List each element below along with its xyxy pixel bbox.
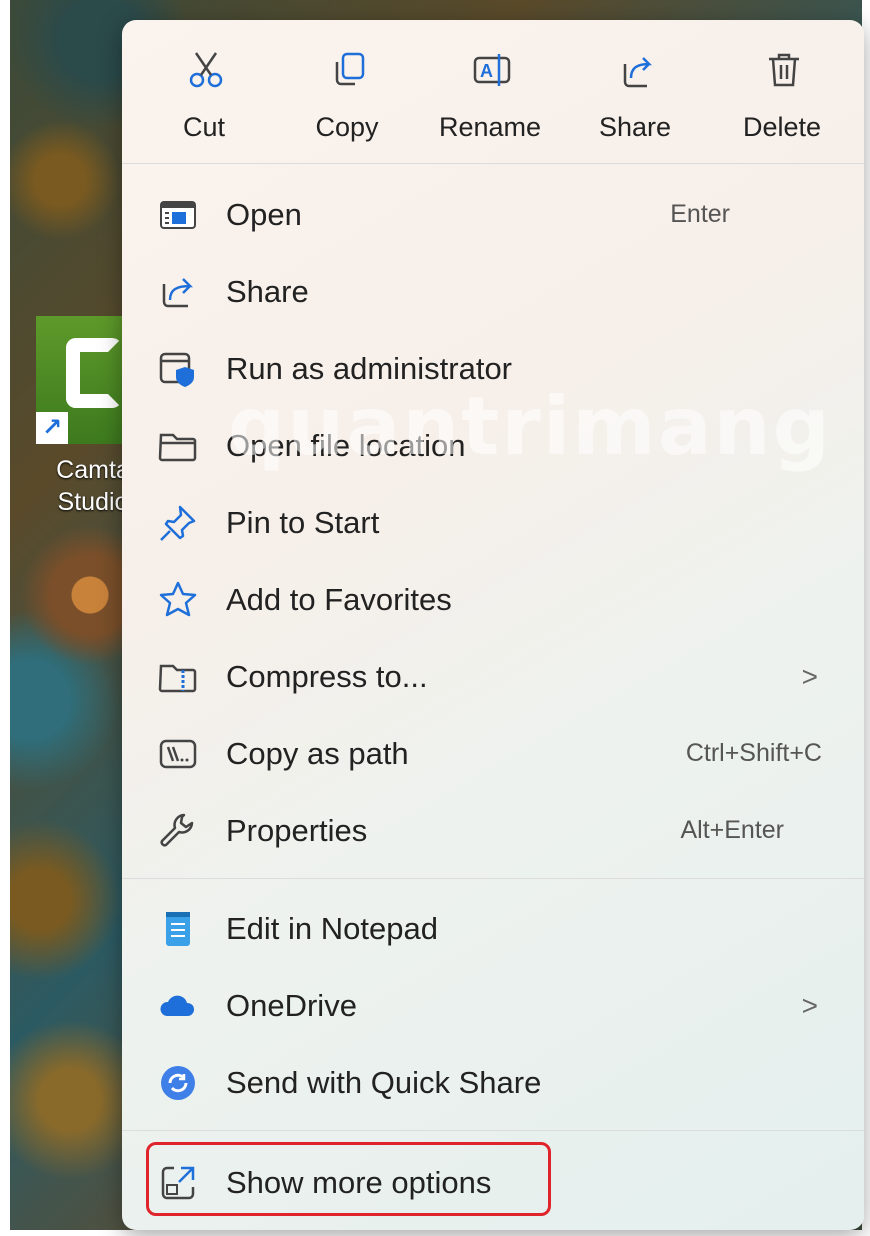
star-icon (159, 581, 197, 617)
cloud-icon (160, 995, 195, 1016)
share-button[interactable]: Share (565, 20, 705, 163)
share-icon (162, 278, 194, 308)
shortcut-hint: Ctrl+Shift+C (685, 739, 822, 767)
svg-text:A: A (480, 61, 493, 81)
open-window-icon (160, 201, 196, 229)
folder-icon (158, 433, 197, 462)
menu-item-label: Share (226, 274, 309, 309)
menu-item-edit-in-notepad[interactable]: Edit in Notepad (122, 890, 864, 967)
divider (122, 1130, 864, 1131)
chevron-right-icon: > (801, 661, 818, 692)
rename-icon: A (473, 54, 511, 86)
rename-label: Rename (438, 112, 542, 142)
menu-item-onedrive[interactable]: OneDrive > (122, 967, 864, 1044)
share-icon (623, 57, 653, 88)
menu-item-label: OneDrive (226, 988, 357, 1023)
menu-item-compress[interactable]: Compress to... > (122, 638, 864, 715)
highlight-box (146, 1142, 551, 1216)
menu-item-share[interactable]: Share (122, 253, 864, 330)
delete-button[interactable]: Delete (712, 20, 852, 163)
cut-label: Cut (182, 112, 226, 142)
wrench-icon (160, 813, 194, 847)
rename-button[interactable]: A Rename (420, 20, 560, 163)
menu-item-add-to-favorites[interactable]: Add to Favorites (122, 561, 864, 638)
zip-folder-icon (158, 664, 197, 693)
quick-share-icon (161, 1066, 195, 1100)
menu-item-label: Edit in Notepad (226, 911, 438, 946)
scissors-icon (189, 52, 223, 88)
share-label: Share (598, 112, 672, 142)
pin-icon (160, 505, 196, 541)
copy-label: Copy (315, 112, 379, 142)
menu-item-label: Pin to Start (226, 505, 380, 540)
chevron-right-icon: > (801, 990, 818, 1021)
copy-icon (335, 52, 365, 86)
menu-item-label: Copy as path (226, 736, 409, 771)
shortcut-hint: Alt+Enter (680, 816, 784, 844)
shortcut-arrow-icon: ↗ (36, 412, 68, 444)
context-menu: Cut Copy A Rename Share Delete Open Ente… (122, 20, 864, 1230)
cut-button[interactable]: Cut (134, 20, 274, 163)
shortcut-hint: Enter (670, 200, 730, 228)
menu-item-label: Properties (226, 813, 368, 848)
notepad-icon (166, 912, 190, 946)
path-icon (159, 739, 197, 769)
trash-icon (769, 53, 799, 87)
menu-item-quick-share[interactable]: Send with Quick Share (122, 1044, 864, 1121)
divider (122, 878, 864, 879)
delete-label: Delete (742, 112, 822, 142)
menu-item-open[interactable]: Open Enter (122, 176, 864, 253)
menu-item-label: Add to Favorites (226, 582, 452, 617)
shield-window-icon (159, 352, 194, 387)
menu-item-copy-as-path[interactable]: Copy as path Ctrl+Shift+C (122, 715, 864, 792)
image-border (0, 1230, 870, 1236)
menu-item-label: Open (226, 197, 302, 232)
watermark: quantrimang (228, 380, 832, 473)
menu-item-properties[interactable]: Properties Alt+Enter (122, 792, 864, 869)
copy-button[interactable]: Copy (277, 20, 417, 163)
menu-toolbar: Cut Copy A Rename Share Delete (122, 20, 864, 163)
menu-item-label: Compress to... (226, 659, 428, 694)
menu-item-label: Send with Quick Share (226, 1065, 542, 1100)
image-border (0, 0, 10, 1236)
divider (122, 163, 864, 164)
menu-item-pin-to-start[interactable]: Pin to Start (122, 484, 864, 561)
